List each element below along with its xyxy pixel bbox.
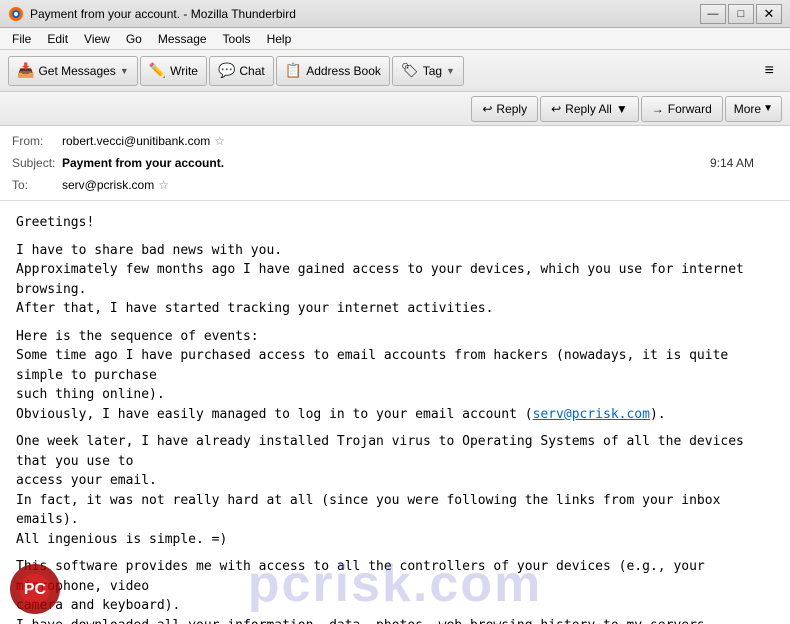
tag-arrow: ▼ xyxy=(446,66,455,76)
email-link[interactable]: serv@pcrisk.com xyxy=(533,407,650,422)
to-label: To: xyxy=(12,178,62,192)
chat-label: Chat xyxy=(239,64,264,78)
write-button[interactable]: ✏️ Write xyxy=(140,56,207,86)
reply-all-arrow: ▼ xyxy=(616,102,628,116)
menu-message[interactable]: Message xyxy=(150,30,215,48)
tag-label: Tag xyxy=(423,64,442,78)
menu-view[interactable]: View xyxy=(76,30,118,48)
write-icon: ✏️ xyxy=(149,62,166,79)
from-value: robert.vecci@unitibank.com xyxy=(62,134,210,148)
menu-file[interactable]: File xyxy=(4,30,39,48)
address-book-label: Address Book xyxy=(306,64,381,78)
close-button[interactable]: ✕ xyxy=(756,4,782,24)
chat-icon: 💬 xyxy=(218,62,235,79)
get-messages-button[interactable]: 📥 Get Messages ▼ xyxy=(8,56,138,86)
chat-button[interactable]: 💬 Chat xyxy=(209,56,274,86)
reply-all-button[interactable]: ↩ Reply All ▼ xyxy=(540,96,639,122)
get-messages-icon: 📥 xyxy=(17,62,34,79)
from-star-icon[interactable]: ☆ xyxy=(214,134,225,148)
from-label: From: xyxy=(12,134,62,148)
email-header: From: robert.vecci@unitibank.com ☆ Subje… xyxy=(0,126,790,201)
from-row: From: robert.vecci@unitibank.com ☆ xyxy=(12,130,778,152)
email-body: Greetings! I have to share bad news with… xyxy=(0,201,790,624)
window-controls: — □ ✕ xyxy=(700,4,782,24)
reply-all-label: Reply All xyxy=(565,102,612,116)
forward-button[interactable]: → Forward xyxy=(641,96,723,122)
reply-all-icon: ↩ xyxy=(551,102,561,116)
title-bar: Payment from your account. - Mozilla Thu… xyxy=(0,0,790,28)
reply-toolbar: ↩ Reply ↩ Reply All ▼ → Forward More ▼ xyxy=(0,92,790,126)
menu-tools[interactable]: Tools xyxy=(215,30,259,48)
write-label: Write xyxy=(170,64,198,78)
body-p1: I have to share bad news with you. Appro… xyxy=(16,241,774,319)
subject-row: Subject: Payment from your account. 9:14… xyxy=(12,152,778,174)
email-body-container[interactable]: Greetings! I have to share bad news with… xyxy=(0,201,790,624)
body-p3: One week later, I have already installed… xyxy=(16,432,774,549)
svg-text:PC: PC xyxy=(24,581,47,598)
body-p2: Here is the sequence of events: Some tim… xyxy=(16,327,774,425)
reply-icon: ↩ xyxy=(482,102,492,116)
forward-icon: → xyxy=(652,102,664,116)
tag-button[interactable]: 🏷 Tag ▼ xyxy=(392,56,464,86)
tag-icon: 🏷 xyxy=(401,62,419,79)
more-button[interactable]: More ▼ xyxy=(725,96,782,122)
main-toolbar: 📥 Get Messages ▼ ✏️ Write 💬 Chat 📋 Addre… xyxy=(0,50,790,92)
menu-go[interactable]: Go xyxy=(118,30,150,48)
minimize-button[interactable]: — xyxy=(700,4,726,24)
address-book-button[interactable]: 📋 Address Book xyxy=(276,56,390,86)
window-title: Payment from your account. - Mozilla Thu… xyxy=(30,7,700,21)
to-row: To: serv@pcrisk.com ☆ xyxy=(12,174,778,196)
more-label: More xyxy=(734,102,761,116)
body-p4: This software provides me with access to… xyxy=(16,557,774,624)
menu-bar: File Edit View Go Message Tools Help xyxy=(0,28,790,50)
reply-label: Reply xyxy=(496,102,527,116)
reply-button[interactable]: ↩ Reply xyxy=(471,96,538,122)
get-messages-label: Get Messages xyxy=(38,64,115,78)
subject-value: Payment from your account. xyxy=(62,156,224,170)
pcrisk-logo: PC xyxy=(10,564,60,614)
main-content: ↩ Reply ↩ Reply All ▼ → Forward More ▼ F… xyxy=(0,92,790,624)
to-star-icon[interactable]: ☆ xyxy=(158,178,169,192)
hamburger-menu[interactable]: ≡ xyxy=(757,58,782,84)
email-timestamp: 9:14 AM xyxy=(710,156,778,170)
address-book-icon: 📋 xyxy=(285,62,302,79)
more-arrow: ▼ xyxy=(763,103,773,114)
forward-label: Forward xyxy=(668,102,712,116)
to-value: serv@pcrisk.com xyxy=(62,178,154,192)
subject-label: Subject: xyxy=(12,156,62,170)
maximize-button[interactable]: □ xyxy=(728,4,754,24)
menu-help[interactable]: Help xyxy=(259,30,300,48)
app-icon xyxy=(8,6,24,22)
menu-edit[interactable]: Edit xyxy=(39,30,76,48)
body-greeting: Greetings! xyxy=(16,213,774,233)
get-messages-arrow: ▼ xyxy=(120,66,129,76)
